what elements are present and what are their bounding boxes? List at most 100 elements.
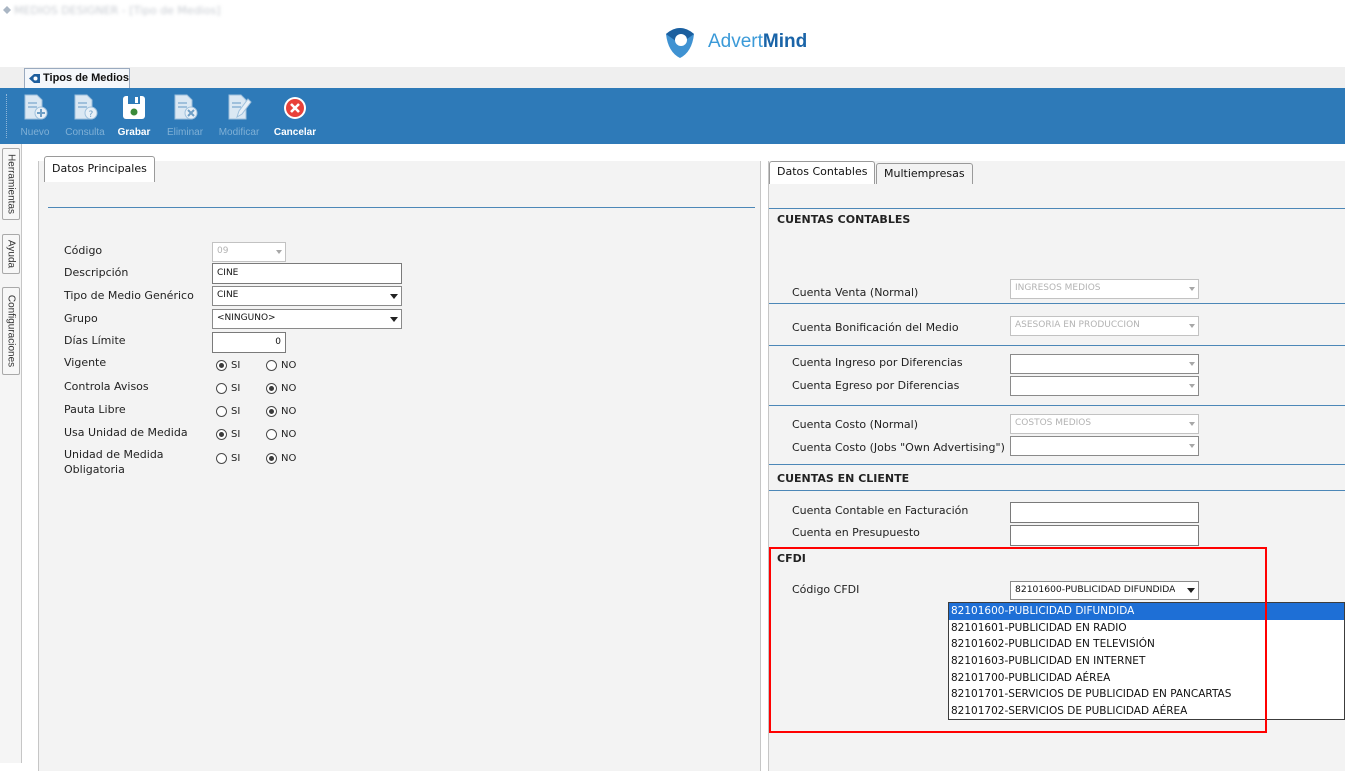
cuenta-venta-value: INGRESOS MEDIOS	[1015, 283, 1101, 293]
grabar-label: Grabar	[117, 127, 151, 138]
edit-document-icon	[228, 94, 252, 120]
radio-dot	[266, 405, 277, 417]
cuenta-costo-jobs-select[interactable]	[1010, 436, 1199, 456]
unidad-obligatoria-si-radio[interactable]: SI	[216, 451, 240, 465]
vigente-si-radio[interactable]: SI	[216, 358, 240, 372]
cfdi-option[interactable]: 82101700-PUBLICIDAD AÉREA	[949, 670, 1344, 687]
codigo-select[interactable]: 09	[212, 242, 286, 262]
grabar-button[interactable]: Grabar	[114, 91, 154, 141]
consulta-button[interactable]: ? Consulta	[62, 91, 108, 141]
cuenta-bonificacion-select[interactable]: ASESORIA EN PRODUCCION	[1010, 316, 1199, 336]
cfdi-option[interactable]: 82101601-PUBLICIDAD EN RADIO	[949, 620, 1344, 637]
tab-label: Multiempresas	[884, 167, 965, 180]
codigo-cfdi-dropdown-list[interactable]: 82101600-PUBLICIDAD DIFUNDIDA 82101601-P…	[948, 602, 1345, 720]
radio-dot	[216, 359, 227, 371]
usa-unidad-si-radio[interactable]: SI	[216, 427, 240, 441]
chevron-down-icon	[390, 294, 398, 299]
tab-datos-contables[interactable]: Datos Contables	[769, 161, 876, 184]
cancelar-button[interactable]: Cancelar	[272, 91, 318, 141]
cuenta-venta-select[interactable]: INGRESOS MEDIOS	[1010, 279, 1199, 299]
cfdi-title: CFDI	[777, 552, 806, 565]
pauta-libre-label: Pauta Libre	[64, 403, 126, 416]
divider	[769, 208, 1345, 209]
query-document-icon: ?	[74, 94, 98, 120]
cuenta-facturacion-field[interactable]	[1010, 502, 1199, 523]
toolbar-grip[interactable]	[6, 94, 9, 138]
grupo-select[interactable]: <NINGUNO>	[212, 309, 402, 329]
cuentas-contables-title: CUENTAS CONTABLES	[777, 213, 911, 226]
cuenta-presupuesto-label: Cuenta en Presupuesto	[792, 526, 920, 539]
tab-multiempresas[interactable]: Multiempresas	[876, 163, 973, 184]
cuenta-presupuesto-field[interactable]	[1010, 525, 1199, 546]
chevron-down-icon	[1189, 362, 1195, 366]
radio-label: SI	[231, 428, 241, 440]
unidad-obligatoria-no-radio[interactable]: NO	[266, 451, 296, 465]
descripcion-field[interactable]: CINE	[212, 263, 402, 284]
document-tab-label: Tipos de Medios	[43, 72, 129, 84]
radio-dot	[216, 428, 227, 440]
side-tab-configuraciones[interactable]: Configuraciones	[2, 287, 20, 375]
radio-label: SI	[231, 405, 241, 417]
cuenta-costo-select[interactable]: COSTOS MEDIOS	[1010, 414, 1199, 434]
controla-avisos-no-radio[interactable]: NO	[266, 381, 296, 395]
descripcion-value: CINE	[217, 268, 239, 278]
codigo-cfdi-label: Código CFDI	[792, 583, 860, 596]
divider	[769, 490, 1345, 491]
document-tab-strip: Tipos de Medios	[0, 67, 1345, 88]
dias-limite-field[interactable]: 0	[212, 332, 286, 353]
radio-label: NO	[281, 359, 297, 371]
cfdi-option[interactable]: 82101602-PUBLICIDAD EN TELEVISIÓN	[949, 636, 1344, 653]
window-title: MEDIOS DESIGNER - [Tipo de Medios]	[14, 4, 221, 17]
cuenta-bonificacion-label: Cuenta Bonificación del Medio	[792, 321, 959, 334]
chevron-down-icon	[1189, 324, 1195, 328]
dias-limite-label: Días Límite	[64, 334, 126, 347]
nuevo-button[interactable]: Nuevo	[14, 91, 56, 141]
tab-tipos-de-medios[interactable]: Tipos de Medios	[24, 68, 130, 88]
tab-datos-principales[interactable]: Datos Principales	[44, 156, 155, 182]
cuenta-egreso-dif-select[interactable]	[1010, 376, 1199, 396]
cfdi-option[interactable]: 82101701-SERVICIOS DE PUBLICIDAD EN PANC…	[949, 686, 1344, 703]
radio-label: NO	[281, 452, 297, 464]
modificar-button[interactable]: Modificar	[214, 91, 264, 141]
tipo-generico-value: CINE	[217, 290, 239, 300]
chevron-down-icon	[1189, 287, 1195, 291]
cuenta-costo-jobs-label: Cuenta Costo (Jobs "Own Advertising")	[792, 441, 1005, 454]
cfdi-option[interactable]: 82101603-PUBLICIDAD EN INTERNET	[949, 653, 1344, 670]
tipo-generico-select[interactable]: CINE	[212, 286, 402, 306]
chevron-down-icon	[1189, 384, 1195, 388]
radio-dot	[216, 452, 227, 464]
eliminar-label: Eliminar	[166, 127, 204, 138]
tab-label: Datos Contables	[777, 165, 868, 178]
pauta-libre-si-radio[interactable]: SI	[216, 404, 240, 418]
cfdi-option[interactable]: 82101600-PUBLICIDAD DIFUNDIDA	[949, 603, 1344, 620]
usa-unidad-no-radio[interactable]: NO	[266, 427, 296, 441]
svg-text:?: ?	[89, 110, 94, 120]
pauta-libre-no-radio[interactable]: NO	[266, 404, 296, 418]
modificar-label: Modificar	[218, 127, 260, 138]
nuevo-label: Nuevo	[20, 127, 50, 138]
side-tab-strip: Herramientas Ayuda Configuraciones	[0, 144, 22, 763]
cuenta-costo-label: Cuenta Costo (Normal)	[792, 418, 919, 431]
divider	[769, 303, 1345, 304]
codigo-cfdi-select[interactable]: 82101600-PUBLICIDAD DIFUNDIDA	[1010, 581, 1199, 600]
codigo-label: Código	[64, 244, 103, 257]
brand-logo-area: AdvertMind	[662, 24, 807, 60]
side-tab-herramientas[interactable]: Herramientas	[2, 148, 20, 220]
radio-label: SI	[231, 359, 241, 371]
cfdi-option[interactable]: 82101702-SERVICIOS DE PUBLICIDAD AÉREA	[949, 703, 1344, 720]
controla-avisos-si-radio[interactable]: SI	[216, 381, 240, 395]
vigente-no-radio[interactable]: NO	[266, 358, 296, 372]
cuenta-venta-label: Cuenta Venta (Normal)	[792, 286, 919, 299]
eliminar-button[interactable]: Eliminar	[162, 91, 208, 141]
divider	[48, 207, 755, 208]
cuenta-bonificacion-value: ASESORIA EN PRODUCCION	[1015, 320, 1140, 330]
radio-dot	[216, 382, 227, 394]
side-tab-ayuda[interactable]: Ayuda	[2, 234, 20, 274]
codigo-value: 09	[217, 246, 229, 256]
cuenta-ingreso-dif-select[interactable]	[1010, 354, 1199, 374]
app-icon	[3, 6, 11, 14]
codigo-cfdi-value: 82101600-PUBLICIDAD DIFUNDIDA	[1015, 584, 1176, 595]
chevron-down-icon	[276, 250, 282, 254]
cancel-icon	[284, 97, 306, 119]
descripcion-label: Descripción	[64, 266, 129, 279]
